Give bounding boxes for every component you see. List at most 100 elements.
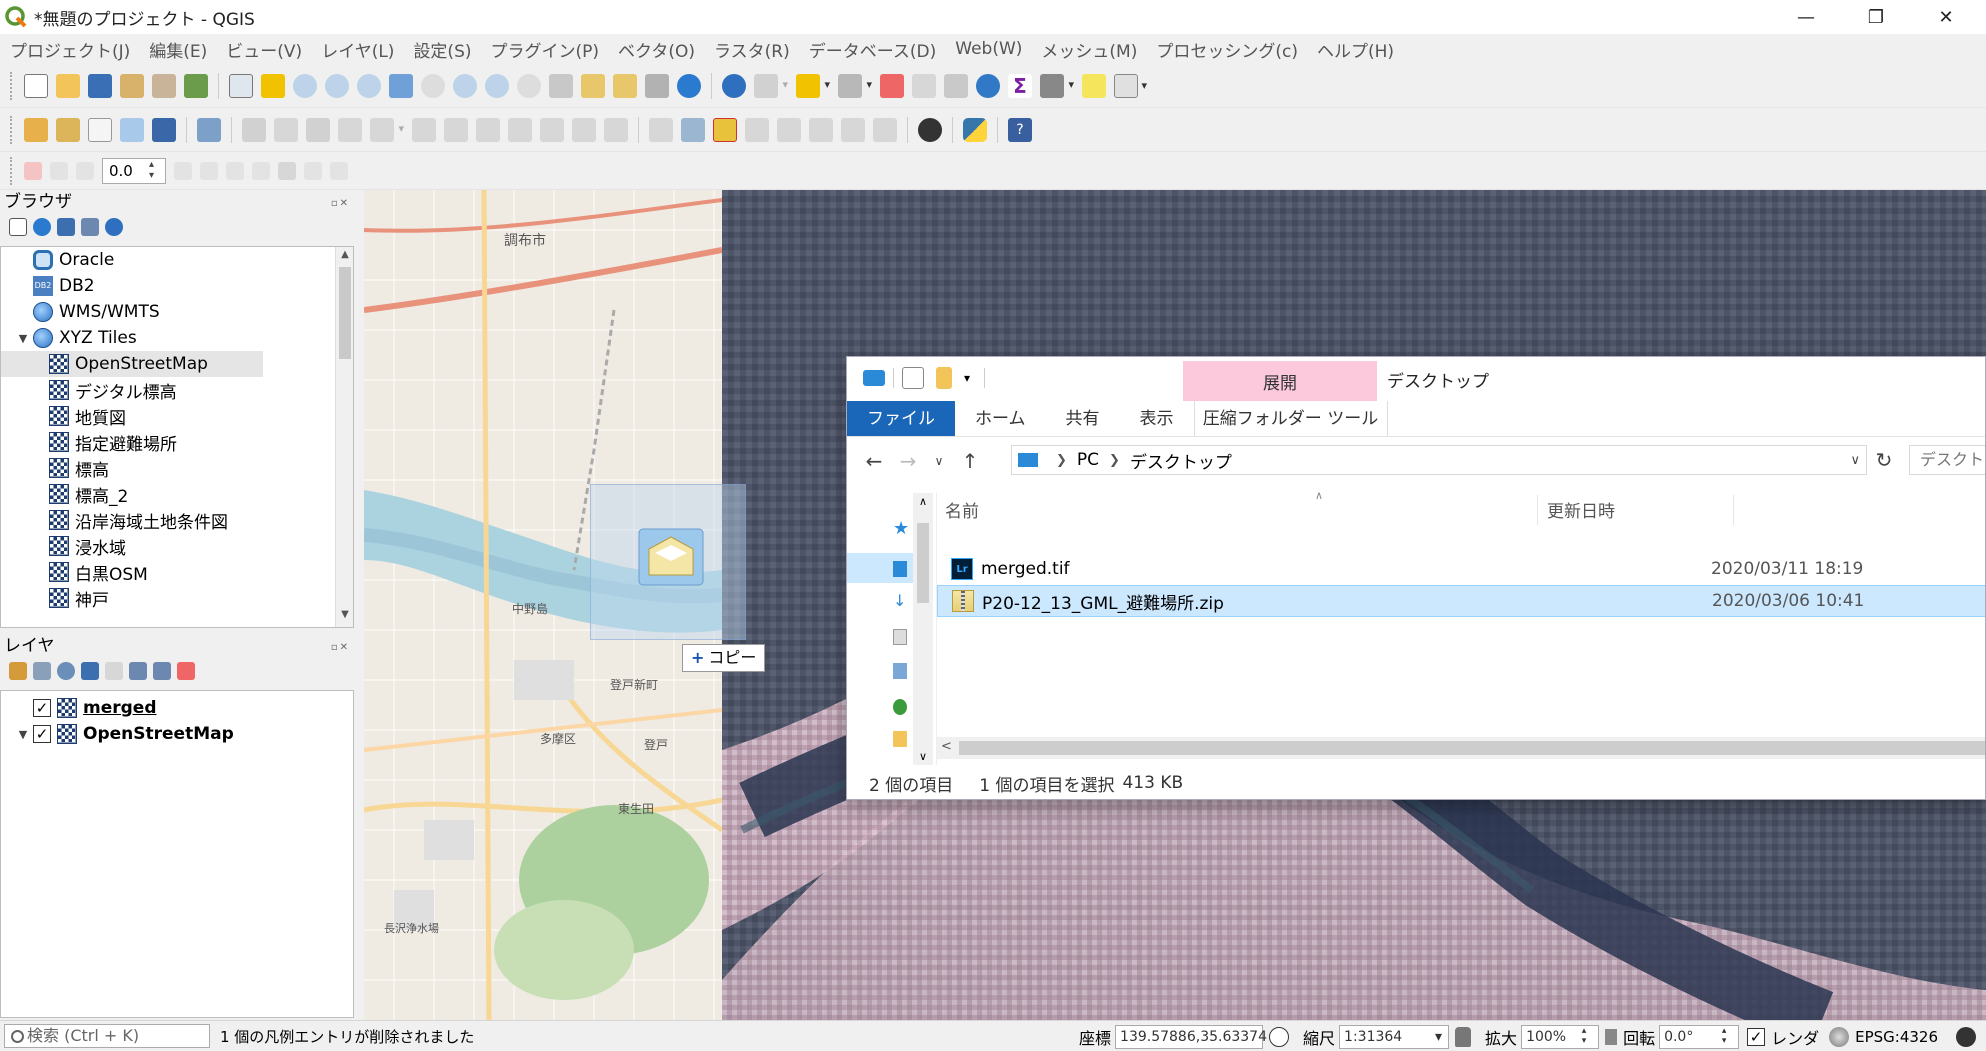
- open-project-icon[interactable]: [56, 73, 80, 98]
- zoom-last-icon[interactable]: [485, 73, 509, 98]
- pan-to-selection-icon[interactable]: [261, 73, 285, 98]
- properties-icon[interactable]: [902, 367, 924, 389]
- render-checkbox[interactable]: ✓: [1747, 1027, 1766, 1046]
- select-by-value-icon[interactable]: [838, 73, 872, 98]
- scroll-up-arrow-icon[interactable]: ▲: [336, 249, 353, 265]
- layer-item-openstreetmap[interactable]: ▼ ✓ OpenStreetMap: [1, 721, 353, 747]
- browser-item-oracle[interactable]: Oracle: [1, 247, 353, 273]
- measure-line-icon[interactable]: [1040, 73, 1074, 98]
- scroll-down-icon[interactable]: ∨: [913, 750, 933, 763]
- map-tips-icon[interactable]: [1082, 73, 1106, 98]
- zoom-out-icon[interactable]: [325, 73, 349, 98]
- scroll-up-icon[interactable]: ∧: [913, 495, 933, 508]
- chevron-right-icon[interactable]: ❯: [1056, 453, 1067, 468]
- label-size-spinbox[interactable]: 0.0: [102, 157, 166, 184]
- locator-search-input[interactable]: 検索 (Ctrl + K): [4, 1024, 210, 1048]
- ribbon-tab-share[interactable]: 共有: [1046, 401, 1120, 436]
- forward-arrow-icon[interactable]: →: [891, 449, 925, 473]
- current-edits-icon[interactable]: [242, 117, 266, 142]
- filter-expression-icon[interactable]: [105, 662, 123, 680]
- onedrive-icon[interactable]: [893, 699, 907, 715]
- restore-button[interactable]: ❐: [1846, 0, 1906, 34]
- rotation-spinbox[interactable]: 0.0°: [1659, 1024, 1740, 1049]
- digitizing-icon[interactable]: [197, 117, 221, 142]
- minimize-button[interactable]: —: [1776, 0, 1836, 34]
- cut-features-icon[interactable]: [476, 117, 500, 142]
- scale-combobox[interactable]: 1:31364: [1339, 1024, 1450, 1049]
- menu-help[interactable]: ヘルプ(H): [1317, 37, 1394, 62]
- modify-attributes-icon[interactable]: [412, 117, 436, 142]
- save-project-icon[interactable]: [88, 73, 112, 98]
- layer-item-merged[interactable]: ✓ merged: [1, 695, 353, 721]
- ribbon-tab-compressed-folder-tools[interactable]: 圧縮フォルダー ツール: [1193, 401, 1388, 436]
- menu-plugins[interactable]: プラグイン(P): [491, 37, 600, 62]
- change-label-icon[interactable]: [873, 117, 897, 142]
- expand-arrow-icon[interactable]: ▼: [15, 728, 31, 741]
- new-geopackage-layer-icon[interactable]: [56, 117, 80, 142]
- new-print-layout-icon[interactable]: [120, 73, 144, 98]
- new-folder-icon[interactable]: [936, 367, 952, 389]
- deselect-all-icon[interactable]: [880, 73, 904, 98]
- browser-item-digital-elevation[interactable]: デジタル標高: [1, 377, 353, 403]
- menu-settings[interactable]: 設定(S): [413, 37, 471, 62]
- zoom-native-icon[interactable]: [357, 73, 381, 98]
- refresh-icon[interactable]: [33, 218, 51, 236]
- panel-controls[interactable]: ▫✕: [331, 192, 350, 216]
- horizontal-scrollbar[interactable]: <: [937, 737, 1985, 759]
- menu-database[interactable]: データベース(D): [809, 37, 937, 62]
- info-icon[interactable]: [105, 218, 123, 236]
- coordinate-field[interactable]: 139.57886,35.63374: [1115, 1024, 1267, 1049]
- ribbon-tab-view[interactable]: 表示: [1120, 401, 1194, 436]
- filter-icon[interactable]: [57, 218, 75, 236]
- browser-item-evacuation-sites[interactable]: 指定避難場所: [1, 429, 353, 455]
- paste-features-icon[interactable]: [540, 117, 564, 142]
- scrollbar-thumb[interactable]: [959, 741, 1985, 755]
- run-action-icon[interactable]: [754, 73, 788, 98]
- zoom-next-icon[interactable]: [517, 73, 541, 98]
- refresh-icon[interactable]: [677, 73, 701, 98]
- new-map-view-icon[interactable]: [549, 73, 573, 98]
- delete-selected-icon[interactable]: [444, 117, 468, 142]
- menu-layer[interactable]: レイヤ(L): [321, 37, 394, 62]
- toggle-extents-icon[interactable]: [1269, 1026, 1290, 1047]
- select-features-icon[interactable]: [796, 73, 830, 98]
- browser-item-elevation-2[interactable]: 標高_2: [1, 481, 353, 507]
- messages-icon[interactable]: [1956, 1026, 1976, 1047]
- collapse-all-icon[interactable]: [153, 662, 171, 680]
- nav-scrollbar[interactable]: ∧ ∨: [913, 493, 933, 765]
- lock-scale-icon[interactable]: [1455, 1026, 1472, 1047]
- browser-item-geology[interactable]: 地質図: [1, 403, 353, 429]
- label-ad-icon[interactable]: [24, 161, 42, 180]
- browser-item-elevation[interactable]: 標高: [1, 455, 353, 481]
- new-bookmark-icon[interactable]: [581, 73, 605, 98]
- folder-icon[interactable]: [893, 731, 907, 747]
- new-spatialite-layer-icon[interactable]: [120, 117, 144, 142]
- context-tab-extract[interactable]: 展開: [1183, 361, 1377, 401]
- column-separator[interactable]: [1537, 495, 1538, 525]
- back-arrow-icon[interactable]: ←: [857, 449, 891, 473]
- layer-checkbox[interactable]: ✓: [33, 725, 51, 743]
- chevron-right-icon[interactable]: ❯: [1109, 453, 1120, 468]
- zoom-selection-icon[interactable]: [421, 73, 445, 98]
- collapse-all-icon[interactable]: [81, 218, 99, 236]
- redo-icon[interactable]: [604, 117, 628, 142]
- scrollbar-thumb[interactable]: [917, 523, 929, 603]
- scroll-left-icon[interactable]: <: [941, 739, 952, 754]
- label-box-icon[interactable]: [226, 161, 244, 180]
- expand-arrow-icon[interactable]: ▼: [15, 332, 31, 345]
- browser-item-openstreetmap[interactable]: OpenStreetMap: [1, 351, 263, 377]
- text-annotation-icon[interactable]: [1114, 73, 1147, 98]
- new-shapefile-layer-icon[interactable]: [88, 117, 112, 142]
- search-input[interactable]: デスクトップ: [1909, 445, 1985, 475]
- attribute-table-icon[interactable]: [912, 73, 936, 98]
- menu-processing[interactable]: プロセッシング(c): [1156, 37, 1298, 62]
- add-selected-layers-icon[interactable]: [9, 218, 27, 236]
- menu-view[interactable]: ビュー(V): [226, 37, 302, 62]
- magnifier-spinbox[interactable]: 100%: [1521, 1024, 1600, 1049]
- add-group-icon[interactable]: [33, 662, 51, 680]
- processing-toolbox-icon[interactable]: [976, 73, 1000, 98]
- browser-item-kobe[interactable]: 神戸: [1, 585, 353, 611]
- file-row-merged-tif[interactable]: Lr merged.tif 2020/03/11 18:19: [937, 553, 1985, 585]
- panel-controls[interactable]: ▫✕: [331, 636, 350, 660]
- column-header-name[interactable]: 名前: [945, 497, 979, 522]
